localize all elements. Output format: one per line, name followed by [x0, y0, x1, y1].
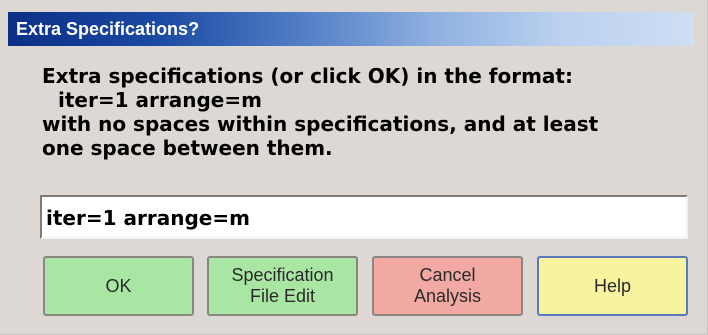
help-button-label: Help [593, 275, 632, 296]
ok-button[interactable]: OK [43, 256, 194, 316]
specification-file-edit-button[interactable]: Specification File Edit [207, 256, 358, 316]
cancel-analysis-label-line2: Analysis [413, 286, 482, 306]
cancel-analysis-label-line1: Cancel [419, 265, 476, 285]
specifications-input-frame [40, 195, 688, 239]
extra-specifications-dialog: Extra Specifications? Extra specificatio… [0, 0, 708, 335]
specification-file-edit-label-line2: File Edit [249, 286, 316, 306]
dialog-title: Extra Specifications? [16, 19, 200, 39]
instruction-example: iter=1 arrange=m [58, 88, 262, 112]
instruction-line-3: with no spaces within specifications, an… [42, 112, 599, 136]
ok-button-label: OK [105, 275, 132, 296]
specification-file-edit-label-line1: Specification [231, 265, 334, 285]
dialog-titlebar[interactable]: Extra Specifications? [8, 12, 694, 46]
cancel-analysis-button[interactable]: Cancel Analysis [372, 256, 523, 316]
specifications-input[interactable] [42, 197, 686, 237]
help-button[interactable]: Help [537, 256, 688, 316]
instruction-line-1: Extra specifications (or click OK) in th… [42, 64, 573, 88]
instruction-message: Extra specifications (or click OK) in th… [42, 64, 692, 160]
instruction-line-4: one space between them. [42, 136, 333, 160]
